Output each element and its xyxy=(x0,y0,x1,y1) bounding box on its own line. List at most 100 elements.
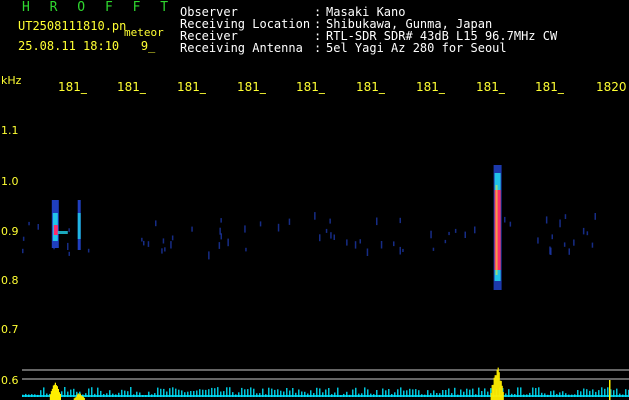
noise-speck xyxy=(551,234,553,240)
noise-bar xyxy=(148,391,150,397)
noise-bar xyxy=(214,388,216,397)
noise-bar xyxy=(40,390,42,397)
noise-bar xyxy=(349,394,351,397)
noise-speck xyxy=(594,213,596,220)
noise-bar xyxy=(175,388,177,397)
noise-speck xyxy=(573,239,575,246)
noise-bar xyxy=(256,393,258,397)
noise-bar xyxy=(121,389,123,397)
noise-speck xyxy=(87,248,90,253)
noise-speck xyxy=(170,241,172,249)
noise-speck xyxy=(537,237,539,244)
noise-bar xyxy=(541,392,543,397)
noise-bar xyxy=(37,394,39,397)
noise-speck xyxy=(329,218,331,224)
noise-bar xyxy=(394,392,396,397)
noise-bar xyxy=(475,394,477,397)
noise-speck xyxy=(432,247,435,251)
noise-bar xyxy=(406,390,408,397)
noise-speck xyxy=(454,228,457,233)
noise-speck xyxy=(208,251,210,260)
noise-bar xyxy=(532,387,534,397)
echo-mark xyxy=(53,225,58,235)
noise-bar xyxy=(97,387,99,397)
noise-bar xyxy=(400,387,402,397)
noise-speck xyxy=(559,219,561,228)
noise-speck xyxy=(448,231,450,236)
noise-speck xyxy=(464,231,466,238)
echo-layer xyxy=(51,165,502,290)
colon: : xyxy=(314,41,322,55)
noise-speck xyxy=(218,242,221,249)
noise-speck xyxy=(220,218,222,223)
noise-bar xyxy=(70,389,72,397)
noise-bar xyxy=(166,391,168,397)
noise-bar xyxy=(223,391,225,397)
noise-speck xyxy=(545,216,548,224)
noise-speck xyxy=(244,225,246,233)
noise-bar xyxy=(277,389,279,397)
time-tick: 181_ xyxy=(177,80,206,94)
noise-bar xyxy=(157,387,159,397)
noise-bar xyxy=(520,387,522,397)
noise-bar xyxy=(259,393,261,397)
noise-speck xyxy=(393,241,395,247)
noise-bar xyxy=(253,388,255,397)
noise-bar xyxy=(595,391,597,397)
noise-bar xyxy=(517,387,519,397)
noise-bar xyxy=(199,389,201,397)
activity-bar xyxy=(59,393,61,400)
noise-bar xyxy=(511,393,513,397)
noise-bar xyxy=(286,388,288,397)
activity-bar xyxy=(609,380,611,400)
filename-label: UT2508111810.pn xyxy=(18,19,127,33)
noise-bar xyxy=(73,388,75,397)
noise-bar xyxy=(301,391,303,397)
noise-bar xyxy=(139,392,141,397)
noise-bar xyxy=(514,394,516,397)
noise-speck xyxy=(563,242,566,247)
noise-speck xyxy=(402,248,404,252)
noise-bar xyxy=(271,388,273,397)
noise-speck xyxy=(366,248,369,256)
time-tick: 181_ xyxy=(237,80,266,94)
noise-bar xyxy=(25,393,27,397)
noise-speck xyxy=(68,251,70,256)
noise-bar xyxy=(526,394,528,397)
app-title: H R O F F T xyxy=(22,0,175,15)
noise-bar xyxy=(268,387,270,397)
noise-speck xyxy=(219,227,221,235)
noise-bar xyxy=(100,390,102,397)
noise-bar xyxy=(169,388,171,397)
noise-bar xyxy=(337,387,339,397)
noise-bar xyxy=(577,390,579,397)
noise-bar xyxy=(523,394,525,397)
noise-bar xyxy=(346,391,348,397)
noise-bar xyxy=(391,394,393,397)
noise-bar xyxy=(625,389,627,397)
noise-speck xyxy=(277,223,280,232)
noise-bar xyxy=(445,390,447,397)
noise-bar xyxy=(61,391,63,397)
noise-bar xyxy=(85,393,87,397)
noise-bar xyxy=(304,391,306,397)
noise-speck xyxy=(333,234,335,240)
activity-layer xyxy=(22,367,629,400)
noise-bar xyxy=(106,393,108,397)
noise-bar xyxy=(241,387,243,397)
noise-bar xyxy=(280,390,282,397)
noise-bar xyxy=(196,390,198,397)
noise-bar xyxy=(556,393,558,397)
noise-speck xyxy=(474,226,476,234)
noise-bar xyxy=(424,394,426,397)
noise-speck xyxy=(509,221,512,227)
noise-speck xyxy=(380,241,383,249)
noise-bar xyxy=(142,395,144,397)
noise-bar xyxy=(352,389,354,397)
noise-bar xyxy=(190,391,192,397)
noise-bar xyxy=(463,391,465,397)
noise-speck xyxy=(164,247,166,252)
noise-bar xyxy=(568,394,570,397)
noise-speck xyxy=(444,239,447,244)
noise-bar xyxy=(430,393,432,397)
